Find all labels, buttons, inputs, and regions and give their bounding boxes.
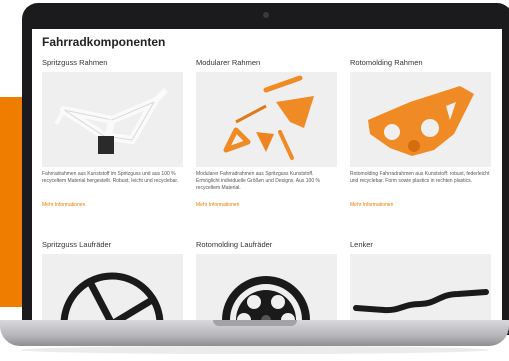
- modular-frame-parts-image[interactable]: [196, 72, 337, 167]
- card-title: Spritzguss Rahmen: [42, 58, 108, 67]
- product-card-rotomolding-rahmen[interactable]: Rotomolding Rahmen Rotomolding Fahrradra…: [350, 58, 491, 208]
- card-title: Rotomolding Laufräder: [196, 240, 273, 249]
- laptop-shadow: [20, 346, 490, 354]
- card-title: Lenker: [350, 240, 373, 249]
- product-card-modularer-rahmen[interactable]: Modularer Rahmen Modularer Fahrradrahmen…: [196, 58, 337, 208]
- webcam-icon: [263, 12, 269, 18]
- more-info-link[interactable]: Mehr Informationen: [350, 202, 491, 208]
- card-title: Spritzguss Laufräder: [42, 240, 112, 249]
- orange-frame-image[interactable]: [350, 72, 491, 167]
- more-info-link[interactable]: Mehr Informationen: [196, 202, 337, 208]
- laptop-lid: Fahrradkomponenten Spritzguss Rahmen Fah…: [22, 3, 509, 335]
- laptop-notch: [213, 320, 297, 326]
- laptop-screen: Fahrradkomponenten Spritzguss Rahmen Fah…: [32, 29, 502, 335]
- more-info-link[interactable]: Mehr Informationen: [42, 202, 183, 208]
- card-title: Modularer Rahmen: [196, 58, 261, 67]
- product-card-spritzguss-rahmen[interactable]: Spritzguss Rahmen Fahrradrahmen aus Kuns…: [42, 58, 183, 208]
- card-description: Rotomolding Fahrradrahmen aus Kunststoff…: [350, 171, 490, 184]
- white-ebike-frame-image[interactable]: [42, 72, 183, 167]
- card-description: Fahrradrahmen aus Kunststoff im Spritzgu…: [42, 171, 179, 184]
- card-title: Rotomolding Rahmen: [350, 58, 423, 67]
- card-description: Modularer Fahrradrahmen aus Spritzguss K…: [196, 171, 320, 191]
- page-title: Fahrradkomponenten: [42, 35, 166, 49]
- laptop-base: [0, 320, 509, 346]
